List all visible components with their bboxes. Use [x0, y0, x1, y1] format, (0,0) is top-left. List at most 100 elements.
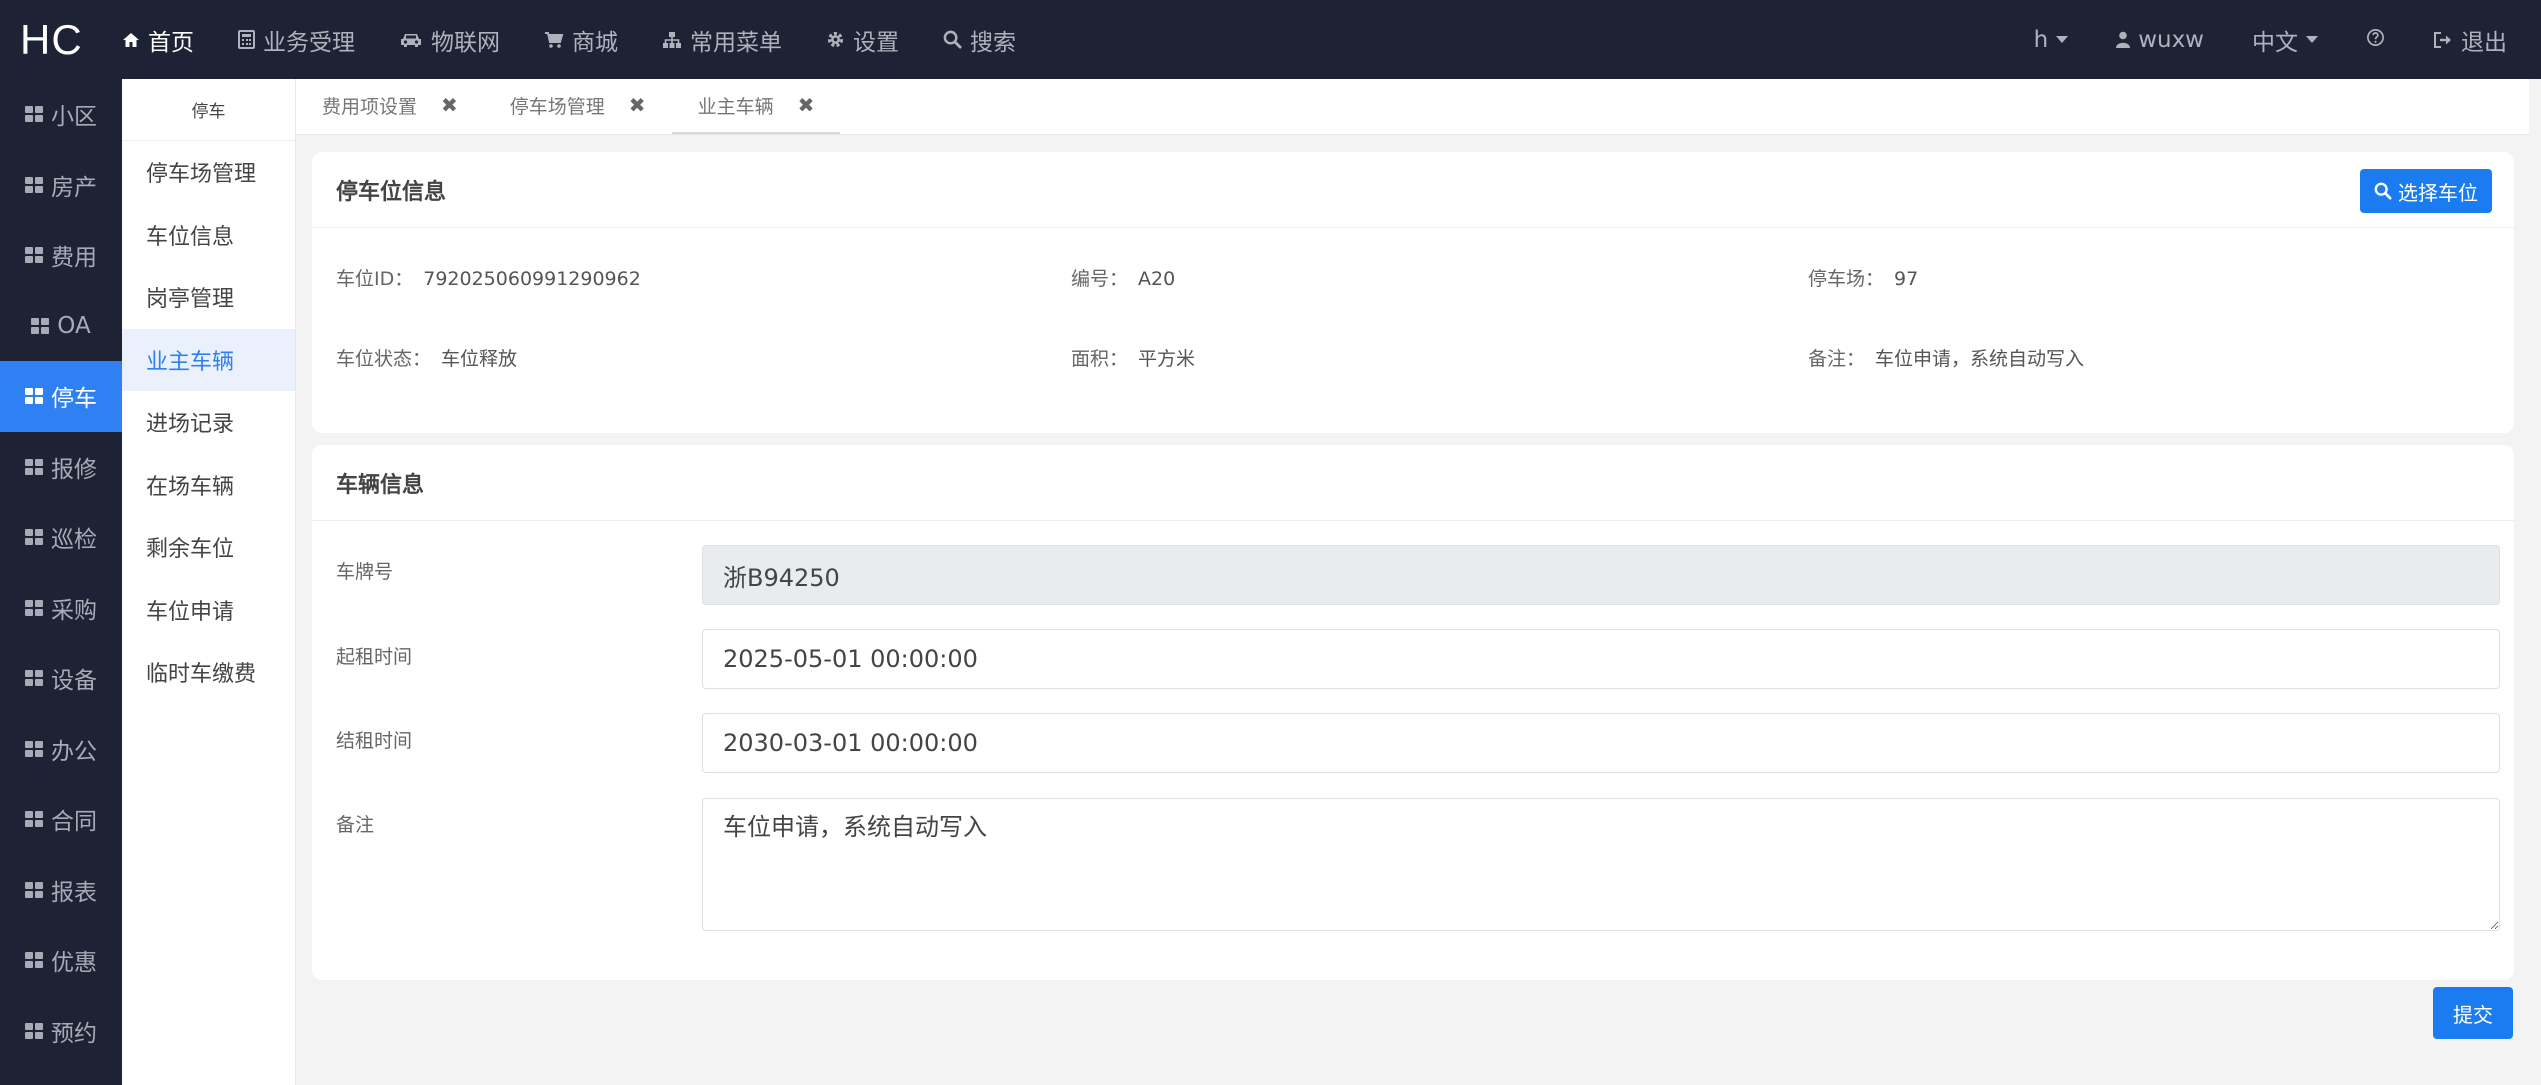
- th-large-icon: [25, 529, 43, 546]
- sidebar-item-label: OA: [57, 312, 91, 339]
- caret-down-icon: [2056, 36, 2069, 43]
- calculator-icon: [238, 30, 255, 49]
- th-large-icon: [25, 599, 43, 616]
- nav-settings-label: 设置: [853, 29, 899, 56]
- status-label: 车位状态：: [336, 348, 432, 370]
- search-icon: [943, 30, 962, 49]
- info-remark: 备注： 车位申请，系统自动写入: [1808, 344, 2084, 371]
- sidebar-item[interactable]: 费用: [0, 220, 122, 291]
- secondary-sidebar: 停车 停车场管理 车位信息 岗亭管理 业主车辆 进场记录 在场车辆 剩余车位 车位申请 临时车缴…: [122, 79, 296, 1085]
- sidebar-item[interactable]: 采购: [0, 573, 122, 644]
- user-menu[interactable]: wuxw: [2092, 0, 2228, 79]
- tab[interactable]: 业主车辆 ✖: [671, 78, 841, 134]
- language-dropdown[interactable]: 中文: [2228, 0, 2342, 79]
- lot-value: 97: [1894, 268, 1919, 290]
- sidebar-item-label: 设备: [51, 668, 97, 695]
- info-status: 车位状态： 车位释放: [336, 344, 517, 371]
- primary-sidebar: 小区房产 费用 OA 停车报修巡检采购设备办公合同报表优惠预约: [0, 79, 122, 1085]
- submenu-item[interactable]: 停车场管理: [122, 141, 295, 204]
- sidebar-item-label: 报修: [51, 456, 97, 483]
- start-time-input[interactable]: [702, 629, 2500, 689]
- submenu-item[interactable]: 业主车辆: [122, 328, 295, 391]
- sidebar-item-label: 采购: [51, 597, 97, 624]
- nav-common-menu[interactable]: 常用菜单: [640, 0, 804, 79]
- search-icon: [2374, 182, 2392, 200]
- sidebar-item[interactable]: 停车: [0, 361, 122, 432]
- app-logo[interactable]: HC: [0, 16, 100, 64]
- th-large-icon: [25, 881, 43, 898]
- submenu-item[interactable]: 岗亭管理: [122, 266, 295, 329]
- th-large-icon: [25, 388, 43, 405]
- sidebar-item-label: 小区: [51, 104, 97, 131]
- nav-iot[interactable]: 物联网: [377, 0, 522, 79]
- sidebar-item-label: 报表: [51, 879, 97, 906]
- th-large-icon: [25, 106, 43, 123]
- sign-out-icon: [2433, 31, 2453, 49]
- sidebar-item[interactable]: 办公: [0, 714, 122, 785]
- number-value: A20: [1138, 268, 1176, 290]
- end-time-input[interactable]: [702, 713, 2500, 773]
- submenu-item[interactable]: 剩余车位: [122, 516, 295, 579]
- submenu-item[interactable]: 进场记录: [122, 391, 295, 454]
- select-space-button[interactable]: 选择车位: [2360, 169, 2492, 213]
- vehicle-info-title: 车辆信息: [336, 472, 425, 498]
- sidebar-item[interactable]: 预约: [0, 996, 122, 1067]
- sidebar-item[interactable]: 报表: [0, 855, 122, 926]
- sidebar-item[interactable]: OA: [0, 291, 122, 362]
- parking-space-title: 停车位信息: [336, 179, 447, 205]
- sidebar-item[interactable]: 小区: [0, 79, 122, 150]
- sidebar-item[interactable]: 巡检: [0, 502, 122, 573]
- area-label: 面积：: [1071, 348, 1129, 370]
- tab[interactable]: 停车场管理 ✖: [484, 78, 672, 134]
- sidebar-item-label: 预约: [51, 1020, 97, 1047]
- submenu-item[interactable]: 在场车辆: [122, 454, 295, 517]
- remark-value: 车位申请，系统自动写入: [1875, 348, 2085, 370]
- info-area: 面积： 平方米: [1071, 344, 1195, 371]
- nav-home-label: 首页: [148, 29, 194, 56]
- remark-textarea[interactable]: [702, 798, 2500, 931]
- sidebar-item[interactable]: 房产: [0, 150, 122, 221]
- community-label: h: [2033, 26, 2049, 53]
- tab-bar: 费用项设置 ✖ 停车场管理 ✖ 业主车辆 ✖: [296, 79, 2529, 135]
- community-dropdown[interactable]: h: [2010, 0, 2093, 79]
- th-large-icon: [25, 458, 43, 475]
- tab[interactable]: 费用项设置 ✖: [296, 78, 484, 134]
- nav-mall[interactable]: 商城: [522, 0, 640, 79]
- close-icon[interactable]: ✖: [629, 93, 646, 117]
- area-value: 平方米: [1138, 348, 1196, 370]
- sidebar-item[interactable]: 报修: [0, 432, 122, 503]
- sidebar-item[interactable]: 优惠: [0, 925, 122, 996]
- close-icon[interactable]: ✖: [798, 93, 815, 117]
- top-navbar: HC 首页 业务受理 物联网 商城 常用菜单 设置 搜索 h wuxw 中文 退…: [0, 0, 2541, 79]
- submit-button[interactable]: 提交: [2433, 987, 2513, 1039]
- nav-settings[interactable]: 设置: [804, 0, 921, 79]
- plate-input[interactable]: [702, 545, 2500, 605]
- close-icon[interactable]: ✖: [441, 93, 458, 117]
- nav-search[interactable]: 搜索: [921, 0, 1038, 79]
- status-value: 车位释放: [441, 348, 518, 370]
- nav-business[interactable]: 业务受理: [216, 0, 377, 79]
- nav-home[interactable]: 首页: [100, 0, 216, 79]
- th-large-icon: [25, 176, 43, 193]
- vehicle-info-card: 车辆信息 车牌号 起租时间 结租时间 备注: [312, 445, 2514, 980]
- submenu-item[interactable]: 车位申请: [122, 579, 295, 642]
- tab-label: 业主车辆: [697, 95, 774, 118]
- end-time-label: 结租时间: [336, 730, 413, 752]
- caret-down-icon: [2306, 36, 2318, 43]
- plate-label: 车牌号: [336, 561, 394, 583]
- submenu-item[interactable]: 车位信息: [122, 204, 295, 267]
- sidebar-item-label: 办公: [51, 738, 97, 765]
- nav-mall-label: 商城: [572, 29, 618, 56]
- sidebar-item[interactable]: 合同: [0, 784, 122, 855]
- sidebar-item[interactable]: 设备: [0, 643, 122, 714]
- nav-search-label: 搜索: [970, 29, 1016, 56]
- logout-button[interactable]: 退出: [2409, 0, 2531, 79]
- sidebar-item-label: 合同: [51, 809, 97, 836]
- user-icon: [2116, 31, 2131, 48]
- sitemap-icon: [662, 31, 682, 49]
- help-button[interactable]: [2342, 0, 2409, 79]
- space-id-label: 车位ID：: [336, 268, 414, 290]
- language-label: 中文: [2252, 29, 2298, 56]
- info-space-id: 车位ID： 792025060991290962: [336, 264, 641, 291]
- submenu-item[interactable]: 临时车缴费: [122, 641, 295, 704]
